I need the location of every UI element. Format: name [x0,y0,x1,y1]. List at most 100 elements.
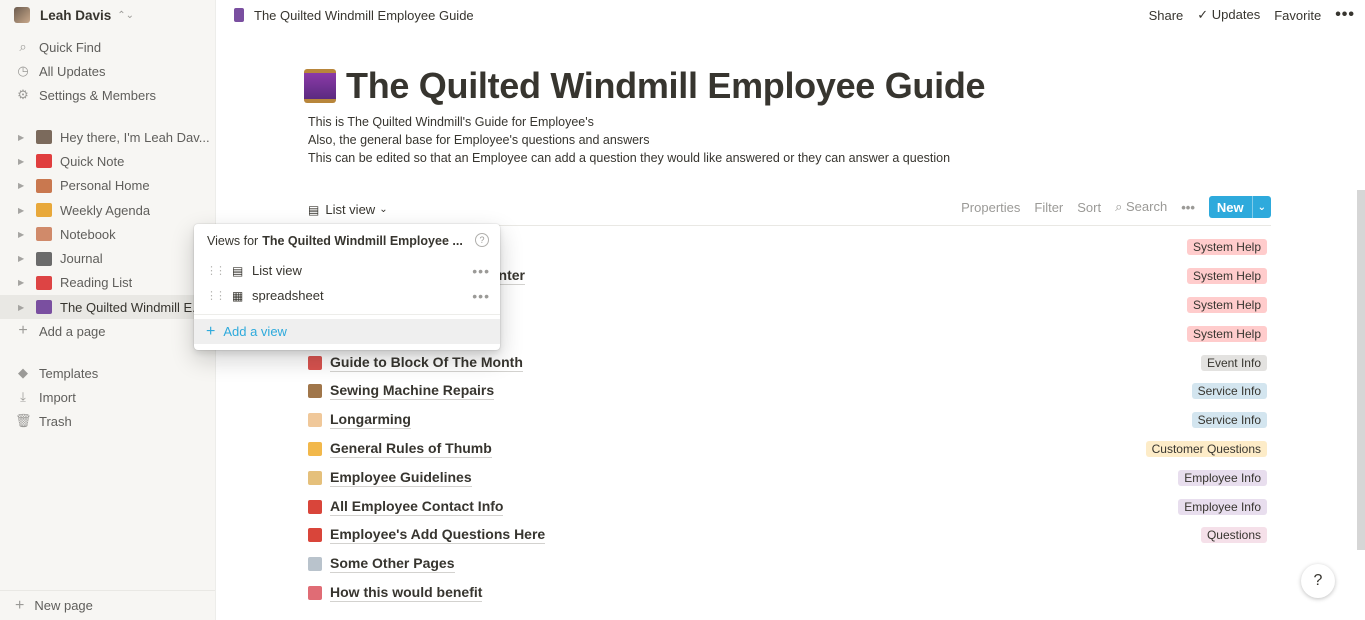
triangle-right-icon[interactable]: ▶ [18,303,28,312]
view-item-label: spreadsheet [252,288,324,303]
list-item[interactable]: Employee Guidelines Employee Info [308,463,1271,492]
row-title[interactable]: Guide to Block Of The Month [330,354,523,372]
add-page-button[interactable]: + Add a page [0,319,215,343]
new-button[interactable]: New ⌄ [1208,196,1271,218]
row-tag: Employee Info [1178,469,1267,486]
avatar [14,7,30,23]
list-icon: ▤ [308,202,320,217]
add-view-label: Add a view [223,324,287,339]
sort-button[interactable]: Sort [1077,200,1101,215]
help-button[interactable]: ? [1301,564,1335,598]
more-icon[interactable]: ••• [1181,200,1195,215]
sidebar-nav-item[interactable]: ⌕ Quick Find [0,35,215,59]
popup-prefix: Views for [207,234,259,248]
row-icon [308,413,322,428]
triangle-right-icon[interactable]: ▶ [18,157,28,166]
view-label: List view [325,202,376,217]
row-tag: Employee Info [1178,498,1267,515]
spool-icon[interactable] [304,69,336,103]
sidebar-nav-item[interactable]: ⚙ Settings & Members [0,83,215,107]
search-label: Search [1126,199,1168,214]
sidebar-tool-item[interactable]: 🗑︎ Trash [0,409,215,433]
drag-handle-icon[interactable]: ⋮⋮ [206,264,226,277]
page-icon [36,178,52,193]
more-icon[interactable]: ••• [472,288,490,304]
drag-handle-icon[interactable]: ⋮⋮ [206,289,226,302]
sidebar-tool-item[interactable]: ◆ Templates [0,361,215,385]
list-item[interactable]: Sewing Machine Repairs Service Info [308,377,1271,406]
list-item[interactable]: General Rules of Thumb Customer Questions [308,435,1271,464]
workspace-switcher[interactable]: Leah Davis ⌃⌄ [0,0,215,30]
sidebar-page-item[interactable]: ▶ Journal [0,246,215,270]
page-icon [36,154,52,169]
sidebar-page-item[interactable]: ▶ Personal Home [0,174,215,198]
share-button[interactable]: Share [1149,8,1184,23]
page-label: Personal Home [60,178,150,194]
row-tag: Questions [1200,527,1267,544]
updates-button[interactable]: ✓ Updates [1197,7,1260,23]
table-icon: ▦ [232,288,244,303]
help-icon[interactable]: ? [475,233,489,247]
page-label: Quick Note [60,153,125,169]
triangle-right-icon[interactable]: ▶ [18,278,28,287]
clock-icon: ◷ [17,63,29,78]
page-label: Journal [60,251,103,267]
page-label: Hey there, I'm Leah Dav... [60,129,210,145]
list-item[interactable]: Guide to Block Of The Month Event Info [308,348,1271,377]
row-title[interactable]: General Rules of Thumb [330,440,492,458]
row-icon [308,557,322,572]
list-item[interactable]: All Employee Contact Info Employee Info [308,492,1271,521]
row-title[interactable]: Employee's Add Questions Here [330,526,546,545]
page-icon [36,251,52,266]
page-description[interactable]: This is The Quilted Windmill's Guide for… [308,113,950,167]
triangle-right-icon[interactable]: ▶ [18,254,28,263]
database-toolbar: ▤ List view ⌄ Properties Filter Sort ⌕ S… [308,194,1271,226]
triangle-right-icon[interactable]: ▶ [18,133,28,142]
row-icon [308,384,322,399]
view-selector[interactable]: ▤ List view ⌄ [308,202,388,217]
list-item[interactable]: Some Other Pages [308,550,1271,579]
row-title[interactable]: Employee Guidelines [330,469,472,487]
list-item[interactable]: Longarming Service Info [308,406,1271,435]
more-icon[interactable]: ••• [472,263,490,279]
list-item[interactable]: How this would benefit [308,579,1271,608]
sidebar-page-item[interactable]: ▶ Quick Note [0,149,215,173]
favorite-button[interactable]: Favorite [1274,8,1321,23]
row-title[interactable]: Longarming [330,411,411,430]
scrollbar[interactable] [1357,190,1365,550]
properties-button[interactable]: Properties [961,200,1020,215]
page-icon [36,300,52,315]
new-page-button[interactable]: + New page [0,590,215,620]
sidebar-page-item[interactable]: ▶ Weekly Agenda [0,198,215,222]
row-title[interactable]: Sewing Machine Repairs [330,382,495,401]
triangle-right-icon[interactable]: ▶ [18,206,28,215]
row-icon [308,528,322,543]
page-label: Notebook [60,226,116,242]
view-item[interactable]: ⋮⋮ ▦ spreadsheet ••• [194,283,500,308]
row-title[interactable]: Some Other Pages [330,555,455,574]
row-title[interactable]: All Employee Contact Info [330,498,504,516]
sidebar-page-item[interactable]: ▶ Reading List [0,271,215,295]
nav-label: Quick Find [39,39,102,55]
nav-label: Settings & Members [39,87,157,103]
triangle-right-icon[interactable]: ▶ [18,181,28,190]
sidebar-tool-item[interactable]: ⤓ Import [0,385,215,409]
row-tag: Event Info [1200,354,1267,371]
sidebar-nav-item[interactable]: ◷ All Updates [0,59,215,83]
breadcrumb[interactable]: The Quilted Windmill Employee Guide [254,8,474,23]
chevron-down-icon[interactable]: ⌄ [1251,196,1271,218]
list-icon: ▤ [232,263,244,278]
sidebar-page-item[interactable]: ▶ The Quilted Windmill E... [0,295,215,320]
view-item[interactable]: ⋮⋮ ▤ List view ••• [194,258,500,283]
list-item[interactable]: Employee's Add Questions Here Questions [308,521,1271,550]
sidebar-page-item[interactable]: ▶ Hey there, I'm Leah Dav... [0,125,215,149]
search-button[interactable]: ⌕ Search [1115,199,1167,215]
filter-button[interactable]: Filter [1034,200,1063,215]
row-icon [308,355,322,370]
row-title[interactable]: How this would benefit [330,584,483,602]
more-icon[interactable]: ••• [1335,6,1355,24]
sidebar-page-item[interactable]: ▶ Notebook [0,222,215,246]
page-title[interactable]: The Quilted Windmill Employee Guide [346,65,986,107]
add-view-button[interactable]: + Add a view [194,319,500,344]
triangle-right-icon[interactable]: ▶ [18,230,28,239]
